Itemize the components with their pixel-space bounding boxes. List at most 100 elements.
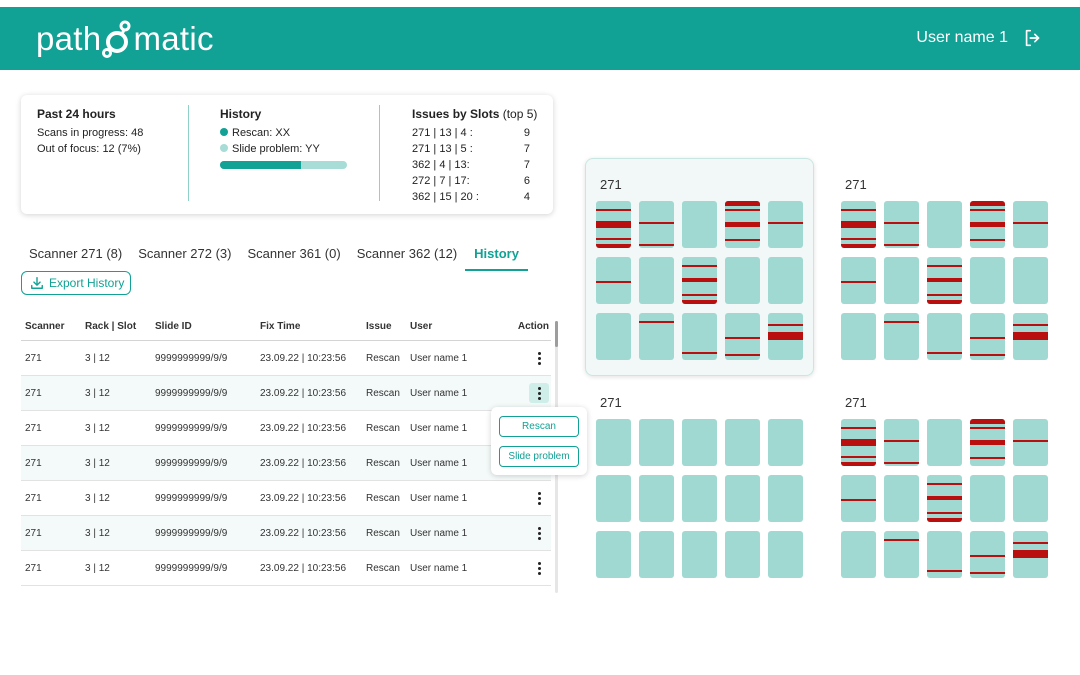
- rack-slide[interactable]: [768, 313, 803, 360]
- rack-slide[interactable]: [725, 313, 760, 360]
- more-options-icon[interactable]: [529, 383, 549, 403]
- rack-slide[interactable]: [841, 419, 876, 466]
- issue-line: [884, 320, 919, 323]
- rack-slide[interactable]: [682, 313, 717, 360]
- more-options-icon[interactable]: [529, 523, 549, 543]
- rack-slide[interactable]: [1013, 201, 1048, 248]
- rack-slide[interactable]: [768, 531, 803, 578]
- rack-slide[interactable]: [725, 419, 760, 466]
- rack-slide[interactable]: [970, 313, 1005, 360]
- rack-slide[interactable]: [596, 475, 631, 522]
- rack-slide[interactable]: [841, 257, 876, 304]
- scanner-tabs: Scanner 271 (8) Scanner 272 (3) Scanner 36…: [21, 243, 528, 271]
- issue-band: [1013, 332, 1048, 341]
- rack-slide[interactable]: [725, 531, 760, 578]
- divider: [379, 105, 380, 201]
- rack-slide[interactable]: [927, 257, 962, 304]
- rack-slide[interactable]: [768, 475, 803, 522]
- rack-slide[interactable]: [1013, 475, 1048, 522]
- rack-slide[interactable]: [970, 257, 1005, 304]
- pathomatic-logo: path matic: [36, 17, 214, 61]
- rack-slide[interactable]: [682, 475, 717, 522]
- rack-slide[interactable]: [725, 257, 760, 304]
- table-cell: User name 1: [410, 352, 468, 364]
- rack-slide[interactable]: [970, 531, 1005, 578]
- slide-problem-button[interactable]: Slide problem: [499, 446, 579, 467]
- rack-slide[interactable]: [1013, 313, 1048, 360]
- table-row[interactable]: 271 3 | 12 9999999999/9/9 23.09.22 | 10:23:…: [21, 551, 551, 586]
- issue-band: [596, 244, 631, 248]
- rack-slide[interactable]: [884, 531, 919, 578]
- rack-slide[interactable]: [927, 475, 962, 522]
- rack-slide[interactable]: [725, 475, 760, 522]
- scrollbar-thumb[interactable]: [555, 321, 558, 347]
- rack-slide[interactable]: [970, 201, 1005, 248]
- rack-slide[interactable]: [596, 419, 631, 466]
- rack-slide[interactable]: [639, 313, 674, 360]
- issue-count: 4: [523, 191, 530, 203]
- rack-label: 271: [600, 395, 622, 410]
- rescan-button[interactable]: Rescan: [499, 416, 579, 437]
- rack-slide[interactable]: [596, 201, 631, 248]
- issue-count: 6: [523, 175, 530, 187]
- rack-slide[interactable]: [639, 257, 674, 304]
- rack-slide[interactable]: [639, 531, 674, 578]
- user-name[interactable]: User name 1: [916, 29, 1008, 47]
- rack-slide[interactable]: [927, 531, 962, 578]
- rack-slide[interactable]: [682, 257, 717, 304]
- tab-history[interactable]: History: [465, 243, 528, 271]
- rack-slide[interactable]: [927, 201, 962, 248]
- table-row[interactable]: 271 3 | 12 9999999999/9/9 23.09.22 | 10:23:…: [21, 341, 551, 376]
- table-row[interactable]: 271 3 | 12 9999999999/9/9 23.09.22 | 10:23:…: [21, 481, 551, 516]
- rack-slide[interactable]: [768, 201, 803, 248]
- rack-slide[interactable]: [970, 419, 1005, 466]
- issue-line: [639, 222, 674, 225]
- more-options-icon[interactable]: [529, 348, 549, 368]
- rack-slide[interactable]: [970, 475, 1005, 522]
- slide-problem-text: Slide problem: YY: [232, 143, 320, 155]
- rack-slide[interactable]: [884, 257, 919, 304]
- table-row[interactable]: 271 3 | 12 9999999999/9/9 23.09.22 | 10:23:…: [21, 516, 551, 551]
- table-row[interactable]: 271 3 | 12 9999999999/9/9 23.09.22 | 10:23:…: [21, 446, 551, 481]
- table-cell: Rescan: [366, 562, 400, 574]
- more-options-icon[interactable]: [529, 558, 549, 578]
- tab-scanner-361-0[interactable]: Scanner 361 (0): [239, 243, 348, 271]
- rack-slide[interactable]: [639, 419, 674, 466]
- rack-slide[interactable]: [927, 419, 962, 466]
- rack-slide[interactable]: [596, 313, 631, 360]
- rack-slide[interactable]: [841, 201, 876, 248]
- rack-slide[interactable]: [1013, 257, 1048, 304]
- rack-slide[interactable]: [768, 419, 803, 466]
- export-history-button[interactable]: Export History: [21, 271, 131, 295]
- logout-icon[interactable]: [1022, 27, 1044, 49]
- tab-scanner-362-12[interactable]: Scanner 362 (12): [349, 243, 465, 271]
- rack-slide[interactable]: [725, 201, 760, 248]
- rack-slide[interactable]: [682, 201, 717, 248]
- rack-slide[interactable]: [841, 475, 876, 522]
- rack-slide[interactable]: [682, 419, 717, 466]
- table-row[interactable]: 271 3 | 12 9999999999/9/9 23.09.22 | 10:23:…: [21, 376, 551, 411]
- rack-slide[interactable]: [596, 257, 631, 304]
- rack-slide[interactable]: [768, 257, 803, 304]
- rack-slide[interactable]: [927, 313, 962, 360]
- more-options-icon[interactable]: [529, 488, 549, 508]
- issues-subtitle: (top 5): [502, 107, 538, 121]
- rack-slide[interactable]: [884, 201, 919, 248]
- rack-slide[interactable]: [884, 313, 919, 360]
- issue-line: [1013, 549, 1048, 552]
- tab-scanner-272-3[interactable]: Scanner 272 (3): [130, 243, 239, 271]
- rack-slide[interactable]: [639, 475, 674, 522]
- divider: [188, 105, 189, 201]
- rack-slide[interactable]: [841, 313, 876, 360]
- rack-slide[interactable]: [682, 531, 717, 578]
- rack-slide[interactable]: [639, 201, 674, 248]
- rack-slide[interactable]: [884, 419, 919, 466]
- rack-slide[interactable]: [596, 531, 631, 578]
- rack-slide[interactable]: [841, 531, 876, 578]
- issue-line: [596, 222, 631, 225]
- tab-scanner-271-8[interactable]: Scanner 271 (8): [21, 243, 130, 271]
- rack-slide[interactable]: [1013, 531, 1048, 578]
- rack-slide[interactable]: [884, 475, 919, 522]
- table-row[interactable]: 271 3 | 12 9999999999/9/9 23.09.22 | 10:23:…: [21, 411, 551, 446]
- rack-slide[interactable]: [1013, 419, 1048, 466]
